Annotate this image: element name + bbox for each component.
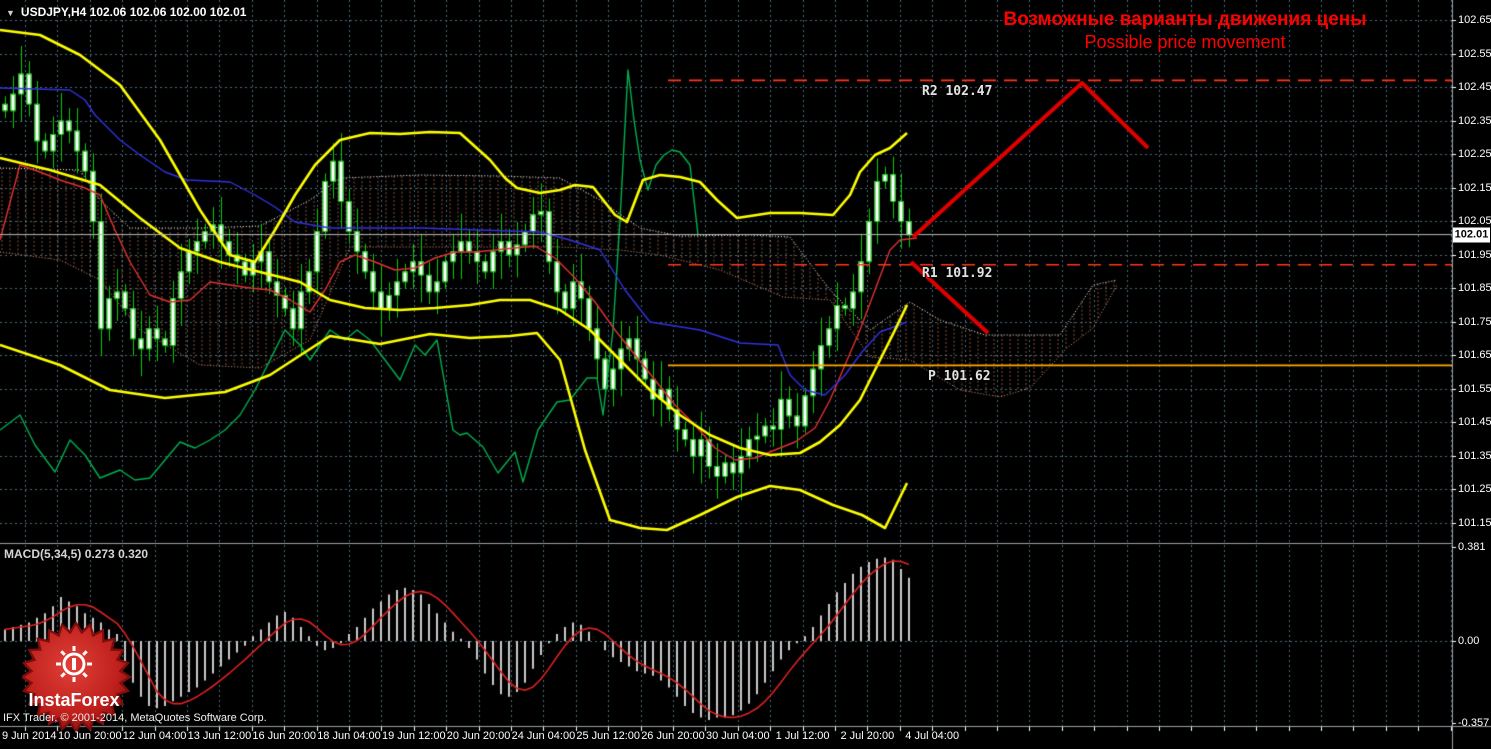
price-axis-label: 102.45 <box>1458 81 1491 94</box>
date-axis-label: 26 Jun 20:00 <box>641 730 705 742</box>
macd-signal-value: 0.320 <box>118 547 149 561</box>
chart-canvas[interactable] <box>0 0 1491 749</box>
macd-indicator-label: MACD(5,34,5) 0.273 0.320 <box>4 547 148 561</box>
ohlc-close: 102.01 <box>209 5 247 19</box>
chevron-down-icon[interactable]: ▼ <box>6 8 15 18</box>
macd-value: 0.273 <box>84 547 115 561</box>
price-axis-label: 101.45 <box>1458 416 1491 429</box>
logo-text: InstaForex <box>28 690 119 710</box>
current-price-tag: 102.01 <box>1453 227 1490 243</box>
pivot-label-r2: R2 102.47 <box>922 84 993 99</box>
chart-window: ▼ USDJPY,H4 102.06 102.06 102.00 102.01 В… <box>0 0 1491 749</box>
price-movement-annotation: Возможные варианты движения цены Possibl… <box>980 8 1390 53</box>
date-axis-label: 12 Jun 04:00 <box>122 730 187 742</box>
date-axis-label: 16 Jun 20:00 <box>252 730 316 742</box>
price-axis-label: 101.95 <box>1458 248 1491 261</box>
chart-title: ▼ USDJPY,H4 102.06 102.06 102.00 102.01 <box>6 5 246 19</box>
symbol-label: USDJPY,H4 <box>20 5 87 19</box>
macd-axis-zero-label: 0.00 <box>1458 635 1480 647</box>
annotation-line-ru: Возможные варианты движения цены <box>1003 9 1367 30</box>
pivot-label-p: P 101.62 <box>928 369 991 384</box>
macd-name: MACD(5,34,5) <box>4 547 82 561</box>
date-axis-label: 24 Jun 04:00 <box>511 730 576 742</box>
date-axis-label: 18 Jun 04:00 <box>317 730 381 742</box>
date-axis-label: 4 Jul 04:00 <box>905 730 960 742</box>
price-axis-label: 101.85 <box>1458 282 1491 295</box>
price-axis-label: 102.55 <box>1458 47 1491 60</box>
pivot-label-r1: R1 101.92 <box>922 266 993 281</box>
annotation-line-en: Possible price movement <box>1084 32 1286 52</box>
price-axis-label: 101.75 <box>1458 315 1491 328</box>
copyright-text: IFX Trader, © 2001-2014, MetaQuotes Soft… <box>3 712 267 724</box>
date-axis-label: 20 Jun 20:00 <box>446 730 511 742</box>
date-axis-label: 19 Jun 12:00 <box>381 730 446 742</box>
date-axis-label: 25 Jun 12:00 <box>576 730 640 742</box>
price-axis-label: 101.35 <box>1458 449 1491 462</box>
macd-axis-max-label: 0.381 <box>1458 541 1486 553</box>
price-axis-label: 101.25 <box>1458 483 1491 496</box>
price-axis-label: 101.55 <box>1458 382 1491 395</box>
price-axis-label: 101.15 <box>1458 516 1491 529</box>
ohlc-low: 102.00 <box>169 5 207 19</box>
price-axis-label: 102.25 <box>1458 148 1491 161</box>
price-axis-label: 102.35 <box>1458 114 1491 127</box>
date-axis-label: 9 Jun 2014 <box>2 730 57 742</box>
date-axis-label: 30 Jun 04:00 <box>705 730 770 742</box>
price-axis-label: 102.05 <box>1458 215 1491 228</box>
ohlc-open: 102.06 <box>89 5 127 19</box>
date-axis-label: 2 Jul 20:00 <box>840 730 895 742</box>
date-axis-label: 13 Jun 12:00 <box>187 730 252 742</box>
date-axis-label: 1 Jul 12:00 <box>775 730 830 742</box>
price-axis-label: 101.65 <box>1458 349 1491 362</box>
price-axis-label: 102.65 <box>1458 14 1491 26</box>
date-axis-label: 10 Jun 20:00 <box>57 730 122 742</box>
macd-axis-min-label: -0.357 <box>1458 717 1490 729</box>
price-axis-label: 102.15 <box>1458 181 1491 194</box>
ohlc-high: 102.06 <box>129 5 167 19</box>
